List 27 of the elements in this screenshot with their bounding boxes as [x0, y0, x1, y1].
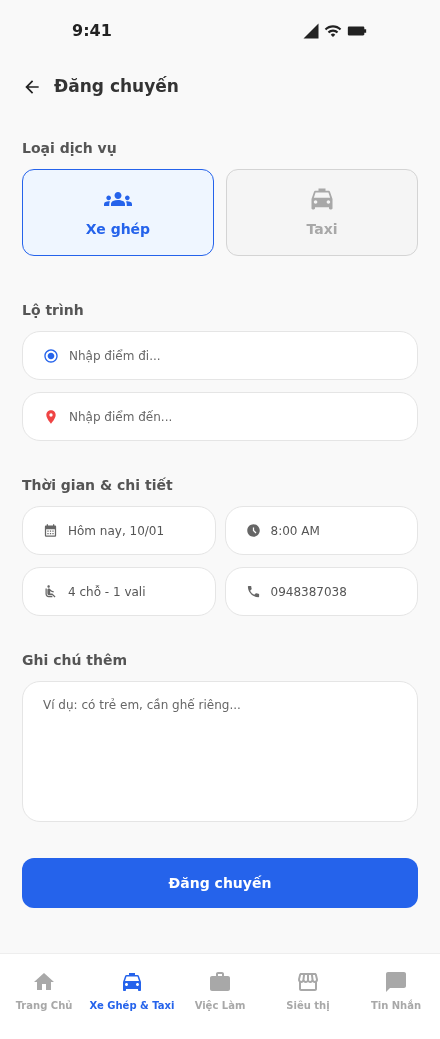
location-pin-icon [43, 408, 59, 425]
signal-icon [302, 22, 320, 40]
briefcase-icon [208, 970, 232, 994]
phone-icon [245, 584, 261, 599]
note-field[interactable]: Ví dụ: có trẻ em, cần ghế riêng... [22, 681, 418, 822]
location-field[interactable]: Nhập điểm đến... [22, 392, 418, 441]
wifi-icon [324, 22, 342, 40]
clock-icon [245, 523, 261, 538]
detail-field[interactable]: 8:00 AM [224, 506, 418, 555]
service-option[interactable]: Xe ghép [22, 169, 214, 256]
detail-field[interactable]: 0948387038 [224, 567, 418, 616]
section-label: Thời gian & chi tiết [22, 476, 174, 495]
nav-tab[interactable]: Xe Ghép & Taxi [88, 970, 176, 1013]
location-field[interactable]: Nhập điểm đi... [22, 331, 418, 380]
detail-field[interactable]: Hôm nay, 10/01 [22, 506, 216, 555]
page-title: Đăng chuyến [54, 75, 179, 99]
detail-field[interactable]: 4 chỗ - 1 vali [22, 567, 216, 616]
section-label: Loại dịch vụ [22, 139, 118, 158]
section-label: Ghi chú thêm [22, 651, 128, 670]
status-time: 9:41 [72, 20, 112, 42]
store-icon [296, 970, 320, 994]
submit-button[interactable]: Đăng chuyến [22, 858, 418, 908]
section-label: Lộ trình [22, 301, 85, 320]
calendar-icon [43, 523, 58, 538]
taxi-icon [120, 970, 144, 994]
seat-icon [43, 584, 58, 599]
chat-icon [384, 970, 408, 994]
